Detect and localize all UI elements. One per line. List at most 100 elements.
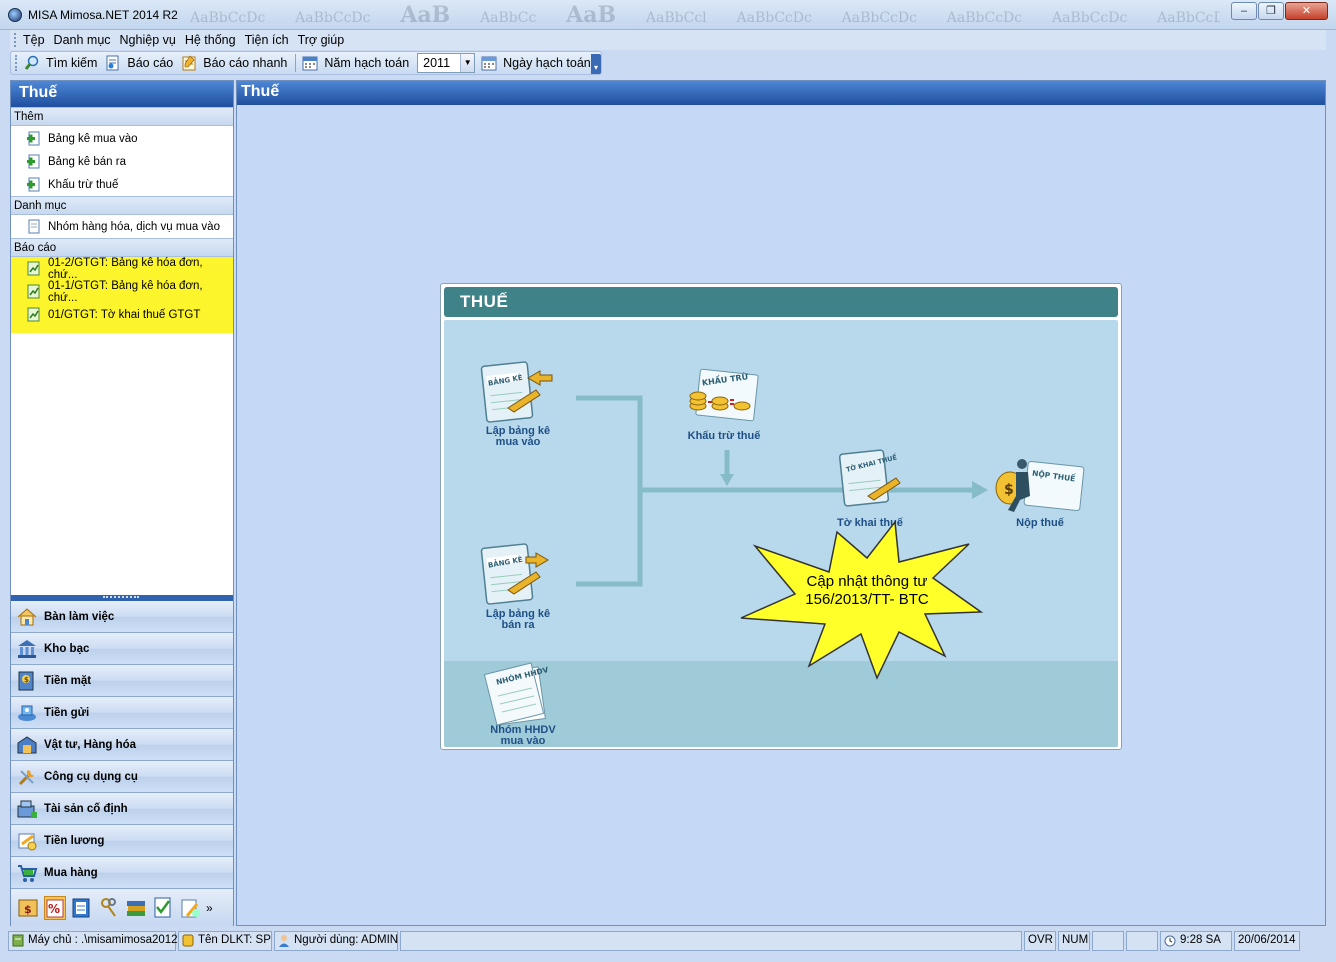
- report-icon: [105, 55, 121, 71]
- svg-text:$: $: [24, 676, 29, 684]
- nav-label: Mua hàng: [44, 866, 98, 879]
- window-title: MISA Mimosa.NET 2014 R2: [28, 8, 178, 22]
- background-style-gallery: AaBbCcDc AaBbCcDc AaB AaBbCc AaB AaBbCcl…: [190, 2, 1220, 28]
- svg-text:$: $: [1004, 482, 1014, 498]
- toolbar-grip-handle[interactable]: [15, 55, 18, 71]
- nav-payroll[interactable]: Tiền lương: [11, 825, 233, 857]
- nav-label: Tiền mặt: [44, 674, 92, 687]
- toolbar-overflow-chevron-icon[interactable]: ▾: [591, 54, 601, 74]
- diagram-body: BẢNG KÊ Lập bảng kê mua vào BẢNG KÊ Lập …: [444, 320, 1118, 747]
- status-empty-1: [1092, 931, 1124, 951]
- keys-icon[interactable]: [98, 896, 120, 920]
- nav-label: Công cụ dụng cụ: [44, 770, 138, 783]
- nav-label: Bàn làm việc: [44, 610, 115, 623]
- fixed-asset-icon: [16, 798, 38, 820]
- report-label: 01-1/GTGT: Bảng kê hóa đơn, chứ...: [48, 279, 203, 304]
- tax-payment-icon: NỘP THUẾ $: [995, 459, 1085, 512]
- node-sales-list[interactable]: BẢNG KÊ: [478, 542, 558, 614]
- node-tax-deduction[interactable]: KHẤU TRỪ: [684, 368, 764, 428]
- task-goods-group[interactable]: Nhóm hàng hóa, dịch vụ mua vào: [11, 215, 233, 238]
- ghost-style: AaB: [566, 2, 617, 28]
- panel-title: Thuế: [11, 81, 233, 107]
- nav-inventory[interactable]: Vật tư, Hàng hóa: [11, 729, 233, 761]
- minimize-button[interactable]: –: [1231, 2, 1257, 20]
- report-item-01-1[interactable]: 01-1/GTGT: Bảng kê hóa đơn, chứ...: [11, 279, 233, 304]
- salary-icon: [16, 830, 38, 852]
- more-modules-chevron-icon[interactable]: »: [206, 901, 213, 915]
- menu-operations[interactable]: Nghiệp vụ: [120, 33, 176, 47]
- close-button[interactable]: ✕: [1285, 2, 1328, 20]
- checklist-icon[interactable]: [152, 896, 174, 920]
- menu-grip-handle[interactable]: [14, 33, 17, 47]
- main-toolbar: Tìm kiếm Báo cáo Báo cáo nhanh Năm hạch …: [10, 51, 602, 75]
- quick-report-button[interactable]: Báo cáo nhanh: [181, 55, 287, 71]
- ghost-style: AaBbCcDc: [295, 10, 371, 26]
- nav-label: Kho bạc: [44, 642, 90, 655]
- report-label: 01-2/GTGT: Bảng kê hóa đơn, chứ...: [48, 256, 203, 281]
- task-sales-list[interactable]: Bảng kê bán ra: [11, 150, 233, 173]
- calendar-icon: [302, 55, 318, 71]
- general-ledger-icon[interactable]: [71, 896, 93, 920]
- settings-tools-icon[interactable]: [179, 896, 201, 920]
- ghost-style: AaB: [400, 2, 451, 28]
- sales-icon[interactable]: $: [17, 896, 39, 920]
- tax-percent-icon[interactable]: %: [44, 895, 66, 920]
- search-button[interactable]: Tìm kiếm: [24, 55, 97, 71]
- add-document-icon: [26, 177, 41, 192]
- search-icon: [24, 55, 40, 71]
- report-chart-icon: [26, 307, 41, 322]
- label-tax-deduction[interactable]: Khấu trừ thuế: [680, 431, 768, 442]
- task-purchase-list[interactable]: Bảng kê mua vào: [11, 127, 233, 150]
- status-server: Máy chủ : .\misamimosa2012: [8, 931, 178, 951]
- server-icon: [12, 934, 24, 947]
- nav-tools[interactable]: Công cụ dụng cụ: [11, 761, 233, 793]
- status-user-text: Người dùng: ADMIN: [294, 934, 399, 946]
- node-tax-payment[interactable]: NỘP THUẾ $: [990, 456, 1090, 516]
- ledger-clipboard-icon: BẢNG KÊ: [480, 543, 549, 605]
- status-time-text: 9:28 SA: [1180, 934, 1221, 946]
- menu-file[interactable]: Tệp: [23, 33, 45, 47]
- books-icon[interactable]: [125, 896, 147, 920]
- label-sales-list[interactable]: Lập bảng kê bán ra: [478, 609, 558, 631]
- status-database: Tên DLKT: SP: [178, 931, 272, 951]
- nav-label: Tiền gửi: [44, 706, 90, 719]
- nav-fixed-assets[interactable]: Tài sản cố định: [11, 793, 233, 825]
- task-tax-deduction[interactable]: Khấu trừ thuế: [11, 173, 233, 196]
- toolbar-separator: [295, 54, 297, 72]
- status-server-text: Máy chủ : .\misamimosa2012: [28, 934, 178, 946]
- posting-date-button[interactable]: Ngày hạch toán: [481, 55, 591, 71]
- report-item-01-gtgt[interactable]: 01/GTGT: Tờ khai thuế GTGT: [11, 303, 233, 326]
- declaration-form-icon: TỜ KHAI THUẾ: [838, 449, 901, 507]
- label-goods-group[interactable]: Nhóm HHDV mua vào: [478, 725, 568, 747]
- nav-purchasing[interactable]: Mua hàng: [11, 857, 233, 889]
- nav-label: Vật tư, Hàng hóa: [44, 738, 137, 751]
- nav-bank-deposit[interactable]: Tiền gửi: [11, 697, 233, 729]
- menu-utilities[interactable]: Tiện ích: [245, 33, 289, 47]
- nav-desktop[interactable]: Bàn làm việc: [11, 601, 233, 633]
- node-tax-declaration[interactable]: TỜ KHAI THUẾ: [834, 448, 906, 510]
- node-goods-group[interactable]: NHÓM HHDV: [478, 660, 558, 726]
- restore-button[interactable]: ❐: [1258, 2, 1284, 20]
- document-icon: [26, 219, 41, 234]
- menu-system[interactable]: Hệ thống: [185, 33, 236, 47]
- module-nav-list: Bàn làm việc Kho bạc $ Tiền mặt Tiền gửi…: [11, 601, 233, 926]
- label-purchase-list[interactable]: Lập bảng kê mua vào: [478, 426, 558, 448]
- nav-cash[interactable]: $ Tiền mặt: [11, 665, 233, 697]
- title-bar: MISA Mimosa.NET 2014 R2 AaBbCcDc AaBbCcD…: [0, 0, 1336, 30]
- ghost-style: AaBbCcDc: [1051, 10, 1128, 26]
- nav-collapsed-modules: $ % »: [11, 889, 233, 926]
- fiscal-year-select[interactable]: 2011 ▼: [417, 53, 476, 73]
- report-label: Báo cáo: [127, 56, 174, 70]
- node-purchase-list[interactable]: BẢNG KÊ: [478, 360, 558, 432]
- chevron-down-icon[interactable]: ▼: [460, 54, 475, 72]
- report-item-01-2[interactable]: 01-2/GTGT: Bảng kê hóa đơn, chứ...: [11, 256, 233, 281]
- menu-help[interactable]: Trợ giúp: [298, 33, 345, 47]
- task-label: Khấu trừ thuế: [48, 178, 119, 191]
- report-button[interactable]: Báo cáo: [105, 55, 173, 71]
- diagram-title: THUẾ: [444, 287, 1118, 317]
- tools-icon: [16, 766, 38, 788]
- menu-catalog[interactable]: Danh mục: [54, 33, 111, 47]
- nav-treasury[interactable]: Kho bạc: [11, 633, 233, 665]
- label-tax-payment[interactable]: Nộp thuế: [1004, 518, 1076, 529]
- ghost-style: AaBbCcDc: [1157, 10, 1220, 26]
